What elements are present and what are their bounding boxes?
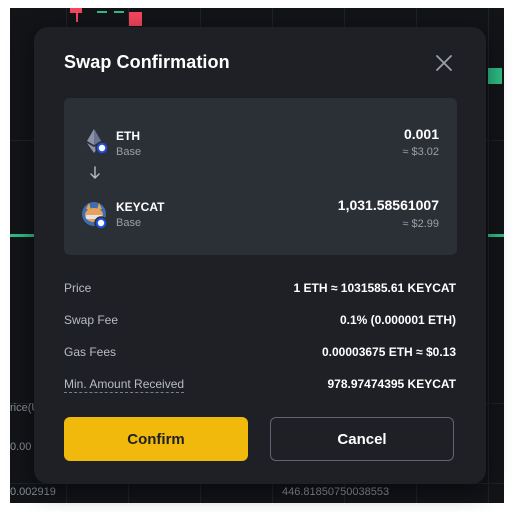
candle [488, 234, 504, 237]
from-token-chain: Base [116, 146, 142, 158]
from-token-name: ETH [116, 129, 140, 143]
swap-confirmation-dialog: Swap Confirmation ETH Base 0.001 ≈ $3.02 [34, 27, 486, 484]
from-amount: 0.001 [403, 126, 439, 142]
dialog-title: Swap Confirmation [64, 52, 230, 72]
price-value: 1 ETH ≈ 1031585.61 KEYCAT [293, 281, 456, 295]
price-cell: 0.002919 [10, 486, 56, 498]
candle [10, 234, 34, 237]
price-label: Price [64, 281, 92, 295]
swap-summary-panel: ETH Base 0.001 ≈ $3.02 KEYCAT Base 1,031… [64, 98, 457, 255]
price-axis-value: 0.00 [10, 441, 32, 453]
candle [129, 12, 142, 26]
to-usd-value: ≈ $2.99 [402, 218, 439, 230]
gas-fees-label: Gas Fees [64, 345, 117, 359]
min-amount-label[interactable]: Min. Amount Received [64, 377, 185, 393]
cancel-button[interactable]: Cancel [270, 417, 454, 461]
amount-cell: 446.81850750038553 [282, 486, 390, 498]
candle [70, 8, 82, 13]
confirm-button[interactable]: Confirm [64, 417, 248, 461]
swap-fee-value: 0.1% (0.000001 ETH) [339, 313, 456, 327]
min-amount-value: 978.97474395 KEYCAT [327, 377, 456, 391]
to-token-name: KEYCAT [116, 200, 165, 214]
arrow-down-icon [89, 166, 101, 180]
to-token-chain: Base [116, 217, 142, 229]
candle [114, 11, 124, 13]
from-usd-value: ≈ $3.02 [402, 146, 439, 158]
gas-fees-value: 0.00003675 ETH ≈ $0.13 [321, 345, 456, 359]
candle [97, 11, 107, 13]
to-amount: 1,031.58561007 [337, 197, 439, 213]
keycat-icon [80, 200, 110, 230]
swap-fee-label: Swap Fee [64, 313, 119, 327]
min-amount-label-text: Min. Amount Received [64, 377, 185, 393]
eth-icon [82, 126, 112, 156]
close-icon[interactable] [432, 51, 456, 75]
candle [488, 68, 502, 84]
